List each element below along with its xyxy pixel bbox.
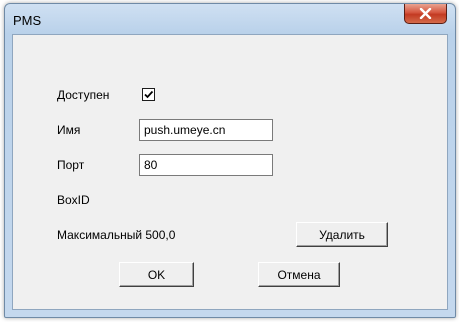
ok-button[interactable]: OK	[119, 262, 194, 287]
close-icon	[419, 8, 432, 19]
port-label: Порт	[57, 158, 85, 172]
close-button[interactable]	[404, 4, 447, 24]
dialog-body: Доступен Имя push.umeye.cn Порт 80 BoxID…	[12, 34, 448, 310]
window-title: PMS	[13, 13, 42, 28]
max-label: Максимальный 500,0	[57, 228, 176, 242]
enabled-checkbox[interactable]	[142, 88, 155, 101]
cancel-button[interactable]: Отмена	[258, 262, 340, 287]
enabled-label: Доступен	[57, 88, 110, 102]
dialog-window: PMS Доступен Имя push.umeye.cn Порт 80 B…	[4, 3, 456, 318]
name-label: Имя	[57, 123, 81, 137]
port-field[interactable]: 80	[139, 154, 273, 176]
delete-button[interactable]: Удалить	[296, 222, 388, 247]
title-bar[interactable]: PMS	[5, 4, 455, 34]
boxid-label: BoxID	[57, 193, 90, 207]
name-field[interactable]: push.umeye.cn	[139, 119, 273, 141]
